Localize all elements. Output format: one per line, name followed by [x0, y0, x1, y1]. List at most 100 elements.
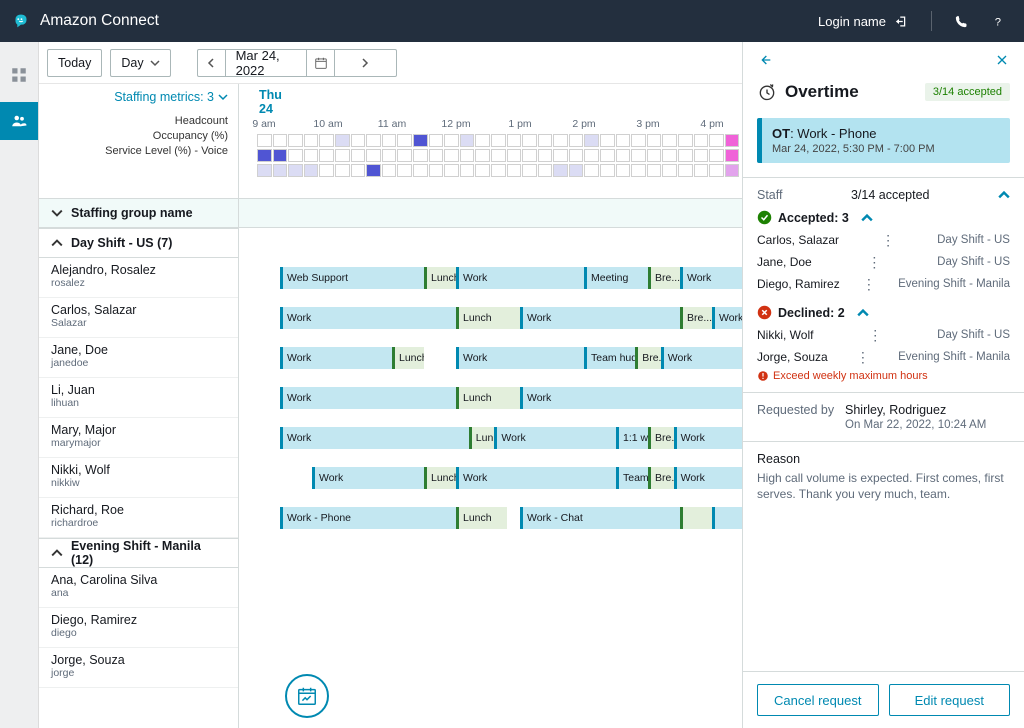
metrics-title-label: Staffing metrics: 3	[114, 90, 214, 104]
agent-row[interactable]: Ana, Carolina Silvaana	[39, 568, 238, 608]
chevron-up-icon[interactable]	[857, 307, 869, 319]
agent-row[interactable]: Nikki, Wolfnikkiw	[39, 458, 238, 498]
heatmap-cell	[647, 164, 662, 177]
heatmap-cell	[491, 134, 506, 147]
heatmap-cell	[569, 134, 584, 147]
view-select[interactable]: Day	[110, 49, 170, 77]
close-icon[interactable]	[994, 52, 1010, 68]
schedule-block[interactable]: Team huddle	[584, 347, 635, 369]
staffing-group-header[interactable]: Staffing group name	[39, 198, 238, 228]
date-prev[interactable]	[198, 50, 226, 76]
back-icon[interactable]	[757, 52, 773, 68]
schedule-block[interactable]: Work	[674, 427, 742, 449]
date-picker: Mar 24, 2022	[197, 49, 397, 77]
intraday-report-button[interactable]	[285, 674, 329, 718]
nav-staffing[interactable]	[0, 102, 38, 140]
schedule-block[interactable]: Bre...	[635, 347, 661, 369]
schedule-block[interactable]: Work	[674, 467, 742, 489]
schedule-block[interactable]: Bre...	[680, 307, 712, 329]
declined-section[interactable]: Declined: 2	[757, 305, 1010, 320]
help-icon[interactable]: ?	[991, 14, 1006, 29]
heatmap-cell	[662, 164, 677, 177]
schedule-block[interactable]: Work	[712, 307, 742, 329]
schedule-block[interactable]: Work	[280, 427, 469, 449]
schedule-block[interactable]: Work	[520, 387, 742, 409]
agent-row[interactable]: Li, Juanlihuan	[39, 378, 238, 418]
schedule-block[interactable]: Meeting	[584, 267, 648, 289]
schedule-block[interactable]: Work	[494, 427, 616, 449]
schedule-block[interactable]: Bre...	[648, 267, 680, 289]
agent-row[interactable]: Mary, Majormarymajor	[39, 418, 238, 458]
person-menu[interactable]: ⋮	[852, 353, 874, 361]
heatmap-cell	[725, 149, 740, 162]
date-calendar[interactable]	[306, 50, 334, 76]
overtime-card[interactable]: OT: Work - Phone Mar 24, 2022, 5:30 PM -…	[757, 118, 1010, 163]
schedule-block[interactable]: Work	[280, 387, 456, 409]
group-evening-shift[interactable]: Evening Shift - Manila (12)	[39, 538, 238, 568]
schedule-block[interactable]: Work	[456, 347, 584, 369]
cancel-request-button[interactable]: Cancel request	[757, 684, 879, 716]
schedule-block[interactable]: Work	[680, 267, 742, 289]
login-name-label[interactable]: Login name	[818, 14, 886, 29]
declined-label: Declined: 2	[778, 306, 845, 320]
today-button[interactable]: Today	[47, 49, 102, 77]
schedule-block[interactable]: Lunch	[392, 347, 424, 369]
metric-sl-voice: Service Level (%) - Voice	[49, 144, 228, 159]
schedule-block[interactable]	[680, 507, 712, 529]
heatmap-cell	[366, 149, 381, 162]
agent-row[interactable]: Jorge, Souzajorge	[39, 648, 238, 688]
schedule-block[interactable]: Web Support	[280, 267, 424, 289]
reason-label: Reason	[757, 452, 1010, 466]
phone-icon[interactable]	[954, 14, 969, 29]
schedule-block[interactable]: Work	[520, 307, 680, 329]
schedule-block[interactable]: Bre...	[648, 467, 674, 489]
schedule-block[interactable]: Work	[456, 467, 616, 489]
schedule-block[interactable]: Work	[661, 347, 742, 369]
person-menu[interactable]: ⋮	[858, 280, 880, 288]
schedule-block[interactable]: Team huddle	[616, 467, 648, 489]
agent-row[interactable]: Carlos, SalazarSalazar	[39, 298, 238, 338]
schedule-block[interactable]: Work	[280, 347, 392, 369]
schedule-block[interactable]	[712, 507, 742, 529]
sign-out-icon[interactable]	[894, 14, 909, 29]
schedule-block[interactable]: Lunch	[424, 267, 456, 289]
hour-label: 9 am	[252, 118, 275, 130]
group-day-shift[interactable]: Day Shift - US (7)	[39, 228, 238, 258]
nav-dashboard[interactable]	[0, 56, 38, 94]
schedule-block[interactable]: Work	[280, 307, 456, 329]
person-menu[interactable]: ⋮	[863, 258, 885, 266]
person-menu[interactable]: ⋮	[877, 236, 899, 244]
schedule-block[interactable]: Work - Phone	[280, 507, 456, 529]
chevron-up-icon[interactable]	[998, 189, 1010, 201]
edit-request-button[interactable]: Edit request	[889, 684, 1011, 716]
schedule-block[interactable]: Bre...	[648, 427, 674, 449]
schedule-block[interactable]: Lunch	[424, 467, 456, 489]
metrics-toggle[interactable]: Staffing metrics: 3	[49, 90, 228, 114]
schedule-block[interactable]: 1:1 with Ma...	[616, 427, 648, 449]
people-icon	[10, 112, 28, 130]
agent-row[interactable]: Diego, Ramirezdiego	[39, 608, 238, 648]
schedule-block[interactable]: Lun...	[469, 427, 495, 449]
agent-row[interactable]: Alejandro, Rosalezrosalez	[39, 258, 238, 298]
chevron-up-icon[interactable]	[861, 212, 873, 224]
heatmap-cell	[335, 134, 350, 147]
metric-occupancy: Occupancy (%)	[49, 129, 228, 144]
schedule-block[interactable]: Lunch	[456, 507, 507, 529]
heatmap-cell	[631, 149, 646, 162]
agent-user: jorge	[51, 667, 226, 679]
schedule-block[interactable]: Lunch	[456, 307, 520, 329]
schedule-block[interactable]: Work - Chat	[520, 507, 680, 529]
schedule-block[interactable]: Lunch	[456, 387, 520, 409]
heatmap-cell	[257, 164, 272, 177]
date-display[interactable]: Mar 24, 2022	[226, 48, 307, 78]
heatmap-cell	[600, 134, 615, 147]
agent-row[interactable]: Richard, Roerichardroe	[39, 498, 238, 538]
accepted-section[interactable]: Accepted: 3	[757, 210, 1010, 225]
date-next[interactable]	[334, 50, 396, 76]
schedule-row: WorkLunchWorkBre...Work	[239, 298, 742, 338]
schedule-block[interactable]: Work	[312, 467, 424, 489]
agent-row[interactable]: Jane, Doejanedoe	[39, 338, 238, 378]
heatmap-cell	[475, 149, 490, 162]
schedule-block[interactable]: Work	[456, 267, 584, 289]
person-menu[interactable]: ⋮	[864, 331, 886, 339]
